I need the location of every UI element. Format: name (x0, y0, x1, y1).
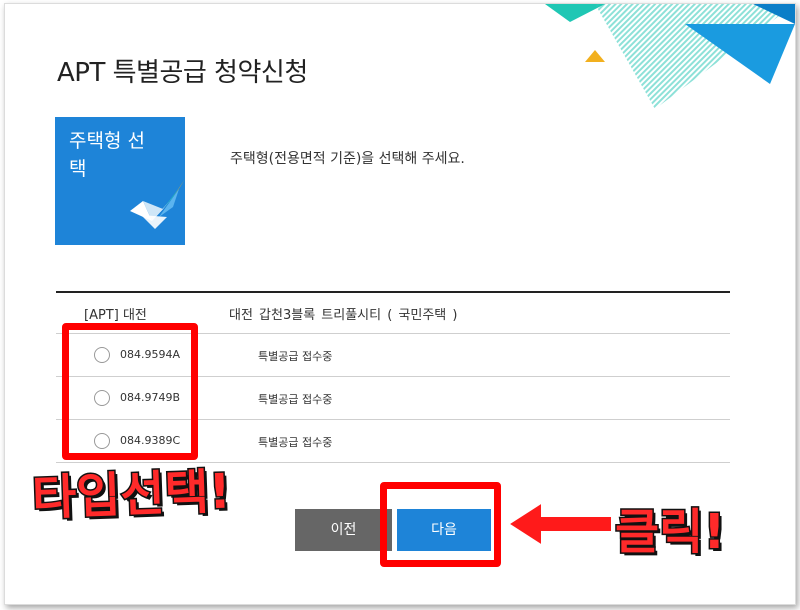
highlight-box-types (62, 323, 198, 460)
status-text: 특별공급 접수중 (258, 350, 333, 363)
house-type-tile: 주택형 선택 (55, 117, 185, 245)
page-title: APT 특별공급 청약신청 (57, 58, 308, 88)
select-type-callout: 타입선택! (30, 462, 233, 528)
left-arrow-icon (510, 504, 611, 544)
decorative-triangles (545, 4, 795, 109)
status-text: 특별공급 접수중 (258, 436, 333, 449)
click-callout: 클릭! (613, 503, 726, 562)
checkmark-icon (130, 179, 185, 229)
complex-name-label: 대전 갑천3블록 트리풀시티 ( 국민주택 ) (229, 308, 458, 323)
apt-type-label: [APT] 대전 (84, 308, 147, 323)
instruction-text: 주택형(전용면적 기준)을 선택해 주세요. (230, 151, 465, 167)
status-text: 특별공급 접수중 (258, 393, 333, 406)
highlight-box-next (380, 482, 501, 567)
prev-button[interactable]: 이전 (295, 509, 392, 551)
